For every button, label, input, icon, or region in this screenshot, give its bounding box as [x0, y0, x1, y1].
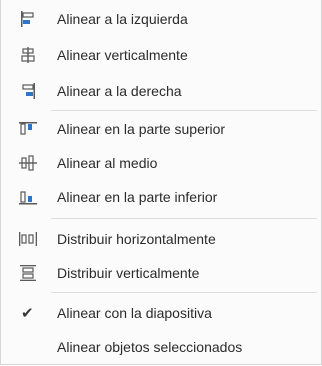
menu-separator [51, 110, 317, 111]
menu-separator [51, 218, 317, 219]
align-center-vertical-icon [17, 46, 39, 64]
menu-item-label: Alinear a la derecha [57, 83, 182, 99]
menu-item-align-middle[interactable]: Alinear al medio [1, 146, 319, 180]
menu-separator [51, 292, 317, 293]
menu-item-label: Alinear con la diapositiva [57, 305, 212, 321]
menu-item-label: Alinear a la izquierda [57, 11, 188, 27]
menu-item-distribute-vertical[interactable]: Distribuir verticalmente [1, 256, 319, 290]
align-left-icon [17, 10, 39, 28]
align-top-icon [17, 120, 39, 138]
menu-item-align-bottom[interactable]: Alinear en la parte inferior [1, 180, 319, 214]
align-context-menu: Alinear a la izquierda Alinear verticalm… [0, 0, 322, 365]
menu-item-align-to-slide[interactable]: ✔ Alinear con la diapositiva [1, 296, 319, 330]
menu-item-align-top[interactable]: Alinear en la parte superior [1, 112, 319, 146]
align-bottom-icon [17, 188, 39, 206]
menu-item-label: Alinear al medio [57, 155, 158, 171]
menu-item-label: Alinear objetos seleccionados [57, 339, 243, 355]
menu-item-label: Alinear en la parte inferior [57, 189, 218, 205]
align-middle-icon [17, 154, 39, 172]
menu-item-label: Distribuir verticalmente [57, 265, 200, 281]
align-right-icon [17, 82, 39, 100]
menu-item-align-left[interactable]: Alinear a la izquierda [1, 2, 319, 36]
menu-item-align-selected-objects[interactable]: Alinear objetos seleccionados [1, 330, 319, 364]
distribute-horizontal-icon [17, 230, 39, 248]
menu-item-label: Alinear en la parte superior [57, 121, 226, 137]
menu-item-label: Alinear verticalmente [57, 47, 188, 63]
checkmark-icon: ✔ [21, 304, 34, 322]
menu-item-align-right[interactable]: Alinear a la derecha [1, 74, 319, 108]
distribute-vertical-icon [17, 264, 39, 282]
menu-item-align-center-vertical[interactable]: Alinear verticalmente [1, 38, 319, 72]
menu-item-label: Distribuir horizontalmente [57, 231, 216, 247]
menu-item-distribute-horizontal[interactable]: Distribuir horizontalmente [1, 222, 319, 256]
